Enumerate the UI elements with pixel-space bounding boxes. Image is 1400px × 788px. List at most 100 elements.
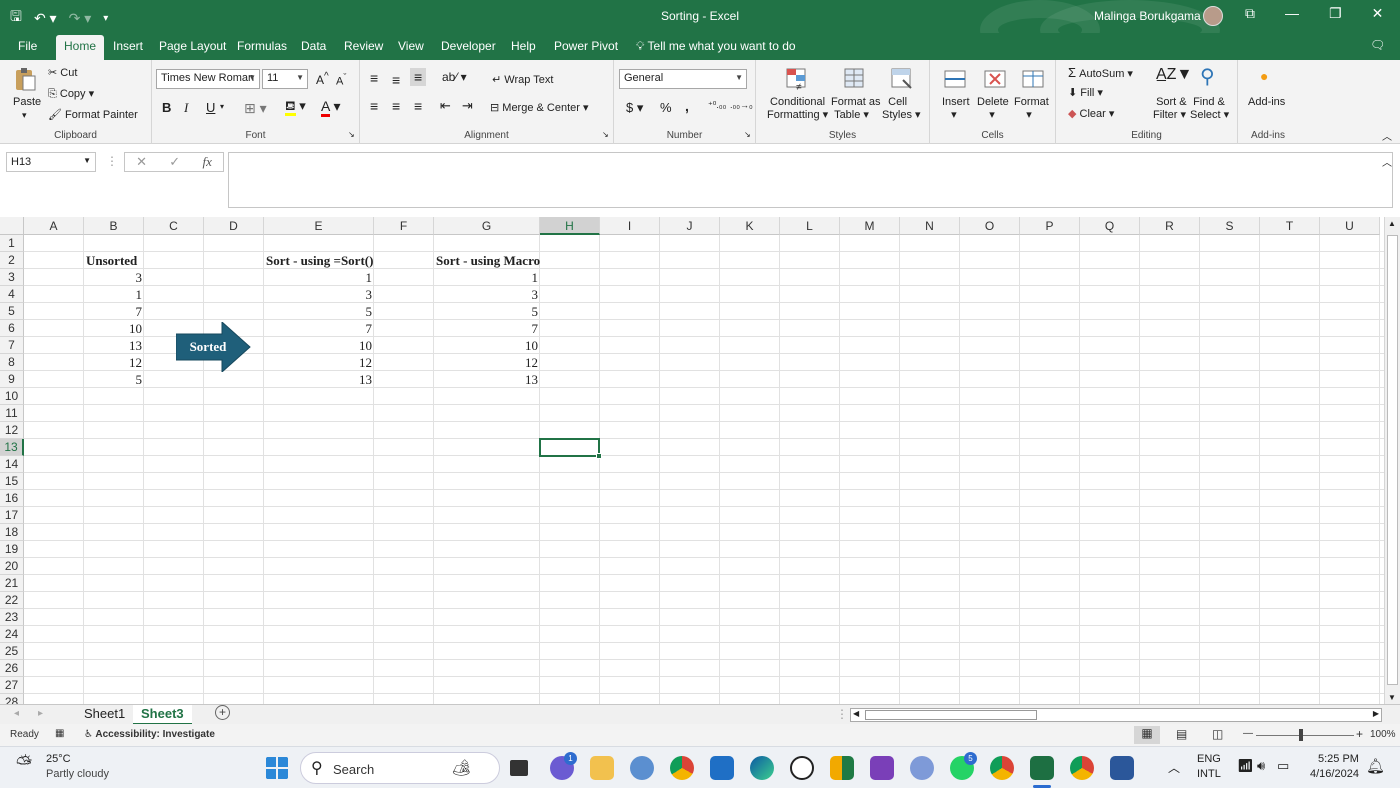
number-format-select[interactable]: General ▼ [619,69,747,89]
cancel-icon[interactable]: ✕ [136,154,147,170]
user-name[interactable]: Malinga Borukgama [1094,9,1201,23]
cut-button[interactable]: ✂ Cut [48,66,77,79]
merge-center-button[interactable]: ⊟ Merge & Center ▾ [490,101,589,114]
align-right-icon[interactable]: ≡ [414,98,422,114]
ribbon-display-icon[interactable]: ⧉ [1245,5,1255,22]
row-header-7[interactable]: 7 [0,337,24,354]
cell-sort-formula[interactable]: 3 [264,286,374,303]
percent-button[interactable]: % [660,100,672,115]
tab-developer[interactable]: Developer [441,39,496,53]
row-header-2[interactable]: 2 [0,252,24,269]
row-header-10[interactable]: 10 [0,388,24,405]
paste-dropdown-icon[interactable]: ▾ [22,110,27,121]
font-size-select[interactable]: 11 ▼ [262,69,308,89]
restore-icon[interactable]: ❐ [1329,5,1342,22]
weather-icon[interactable]: ⛅︎ [16,753,32,776]
align-left-icon[interactable]: ≡ [370,98,378,114]
column-header-j[interactable]: J [660,217,720,235]
cell-sort-formula[interactable]: 13 [264,371,374,388]
tab-home[interactable]: Home [56,35,105,60]
cell-sort-formula[interactable]: 7 [264,320,374,337]
vertical-scroll-thumb[interactable] [1387,235,1398,685]
scroll-down-icon[interactable]: ▼ [1388,693,1396,702]
clipchamp-icon[interactable] [870,756,894,780]
autosum-button[interactable]: Σ AutoSum ▾ [1068,65,1133,80]
cell-sort-macro[interactable]: 10 [434,337,540,354]
column-header-m[interactable]: M [840,217,900,235]
align-center-icon[interactable]: ≡ [392,98,400,114]
collapse-ribbon-icon[interactable]: ︿ [1382,128,1392,143]
comments-icon[interactable]: 🗨︎ [1370,38,1385,52]
tab-formulas[interactable]: Formulas [237,39,287,53]
column-header-i[interactable]: I [600,217,660,235]
zoom-out-icon[interactable]: — [1243,728,1253,739]
sheet-tab-sheet3[interactable]: Sheet3 [133,705,192,725]
active-cell-selection[interactable] [539,438,602,459]
copy-button[interactable]: ⎘ Copy ▾ [48,87,94,101]
vertical-scrollbar[interactable]: ▲ ▼ [1384,217,1400,704]
cell-unsorted[interactable]: 10 [84,320,144,337]
row-header-11[interactable]: 11 [0,405,24,422]
tab-file[interactable]: File [18,39,37,53]
format-button[interactable]: Format ▾ [1014,96,1049,121]
column-header-t[interactable]: T [1260,217,1320,235]
paste-button[interactable]: Paste [13,96,41,108]
wifi-icon[interactable]: 📶︎ [1237,758,1254,774]
decrease-indent-icon[interactable]: ⇤ [440,98,451,114]
cell-styles-button[interactable]: Cell Styles ▾ [882,96,921,121]
scroll-up-icon[interactable]: ▲ [1388,219,1396,228]
underline-dropdown-icon[interactable]: ▾ [220,102,224,111]
row-header-22[interactable]: 22 [0,592,24,609]
column-header-n[interactable]: N [900,217,960,235]
row-header-8[interactable]: 8 [0,354,24,371]
column-header-h[interactable]: H [540,217,600,235]
tab-view[interactable]: View [398,39,424,53]
select-all-corner[interactable] [0,217,24,235]
conditional-formatting-button[interactable]: Conditional Formatting ▾ [767,96,828,121]
sheet-next-icon[interactable]: ▸ [38,708,43,719]
underline-button[interactable]: U [206,100,215,115]
align-bottom-icon[interactable]: ≡ [410,68,427,86]
increase-decimal-icon[interactable]: ⁺⁰.₀₀ [708,100,726,111]
minimize-icon[interactable]: — [1285,5,1299,22]
italic-button[interactable]: I [184,100,188,116]
macro-record-icon[interactable]: ▦ [55,728,64,739]
row-header-19[interactable]: 19 [0,541,24,558]
clock-date[interactable]: 4/16/2024 [1310,768,1359,780]
tab-insert[interactable]: Insert [113,39,143,53]
borders-icon[interactable]: ⊞ ▾ [244,100,267,117]
increase-indent-icon[interactable]: ⇥ [462,98,473,114]
increase-font-icon[interactable]: A^ [316,71,329,87]
delete-button[interactable]: Delete ▾ [977,96,1009,121]
zoom-level[interactable]: 100% [1370,729,1396,740]
file-explorer-icon[interactable] [590,756,614,780]
power-bi-icon[interactable] [830,756,854,780]
align-middle-icon[interactable]: ≡ [392,72,400,88]
row-header-15[interactable]: 15 [0,473,24,490]
input-layout[interactable]: INTL [1197,768,1221,780]
decrease-decimal-icon[interactable]: .₀₀→₀ [730,100,753,110]
row-header-12[interactable]: 12 [0,422,24,439]
column-header-s[interactable]: S [1200,217,1260,235]
sheet-prev-icon[interactable]: ◂ [14,708,19,719]
row-header-17[interactable]: 17 [0,507,24,524]
column-header-f[interactable]: F [374,217,434,235]
zoom-in-icon[interactable]: + [1356,727,1363,741]
close-icon[interactable]: ✕ [1372,5,1384,22]
row-header-13[interactable]: 13 [0,439,24,456]
tell-me-search[interactable]: 💡︎ Tell me what you want to do [636,39,796,54]
row-header-3[interactable]: 3 [0,269,24,286]
row-header-16[interactable]: 16 [0,490,24,507]
notification-bell-icon[interactable]: 🔔︎ [1366,757,1385,775]
insert-function-icon[interactable]: fx [202,154,211,170]
windows-start-icon[interactable] [265,756,289,780]
column-header-e[interactable]: E [264,217,374,235]
currency-button[interactable]: $ ▾ [626,100,643,116]
app-icon[interactable] [630,756,654,780]
cell-sort-formula[interactable]: 12 [264,354,374,371]
column-header-p[interactable]: P [1020,217,1080,235]
font-name-select[interactable]: Times New Roman ▼ [156,69,260,89]
volume-icon[interactable]: 🔊︎ [1257,758,1265,774]
cell-sort-formula[interactable]: 10 [264,337,374,354]
page-layout-view-icon[interactable]: ▤ [1176,727,1187,741]
